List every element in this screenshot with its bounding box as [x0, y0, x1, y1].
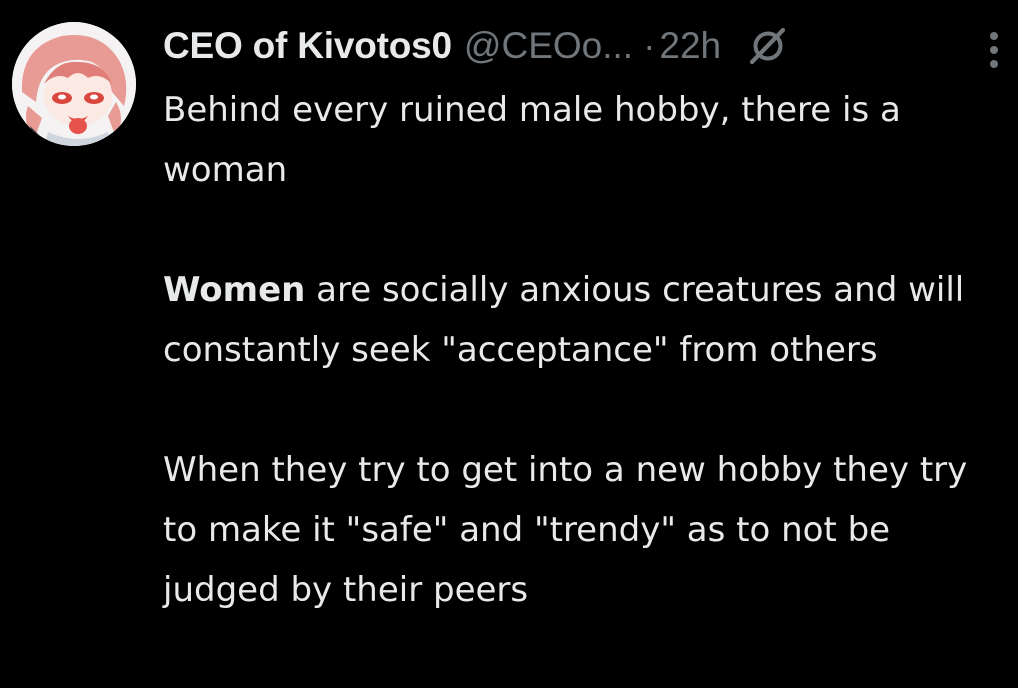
tweet-paragraph-2: Women are socially anxious creatures and…: [163, 260, 1008, 380]
user-handle[interactable]: @CEOo...: [464, 25, 633, 67]
tweet-body: Behind every ruined male hobby, there is…: [163, 80, 1008, 620]
anime-character-avatar-icon: [12, 22, 136, 146]
tweet-header: CEO of Kivotos0 @CEOo... · 22h: [163, 18, 1013, 74]
more-options-icon[interactable]: [982, 28, 1006, 72]
tweet-paragraph-1: Behind every ruined male hobby, there is…: [163, 90, 901, 190]
separator-dot: ·: [643, 25, 656, 66]
bold-word: Women: [163, 270, 306, 310]
tweet: CEO of Kivotos0 @CEOo... · 22h Behind ev…: [0, 0, 1018, 688]
display-name[interactable]: CEO of Kivotos0: [163, 25, 452, 67]
timestamp[interactable]: 22h: [659, 25, 721, 67]
grok-icon[interactable]: [747, 25, 789, 67]
avatar[interactable]: [12, 22, 136, 146]
tweet-paragraph-3: When they try to get into a new hobby th…: [163, 450, 968, 610]
